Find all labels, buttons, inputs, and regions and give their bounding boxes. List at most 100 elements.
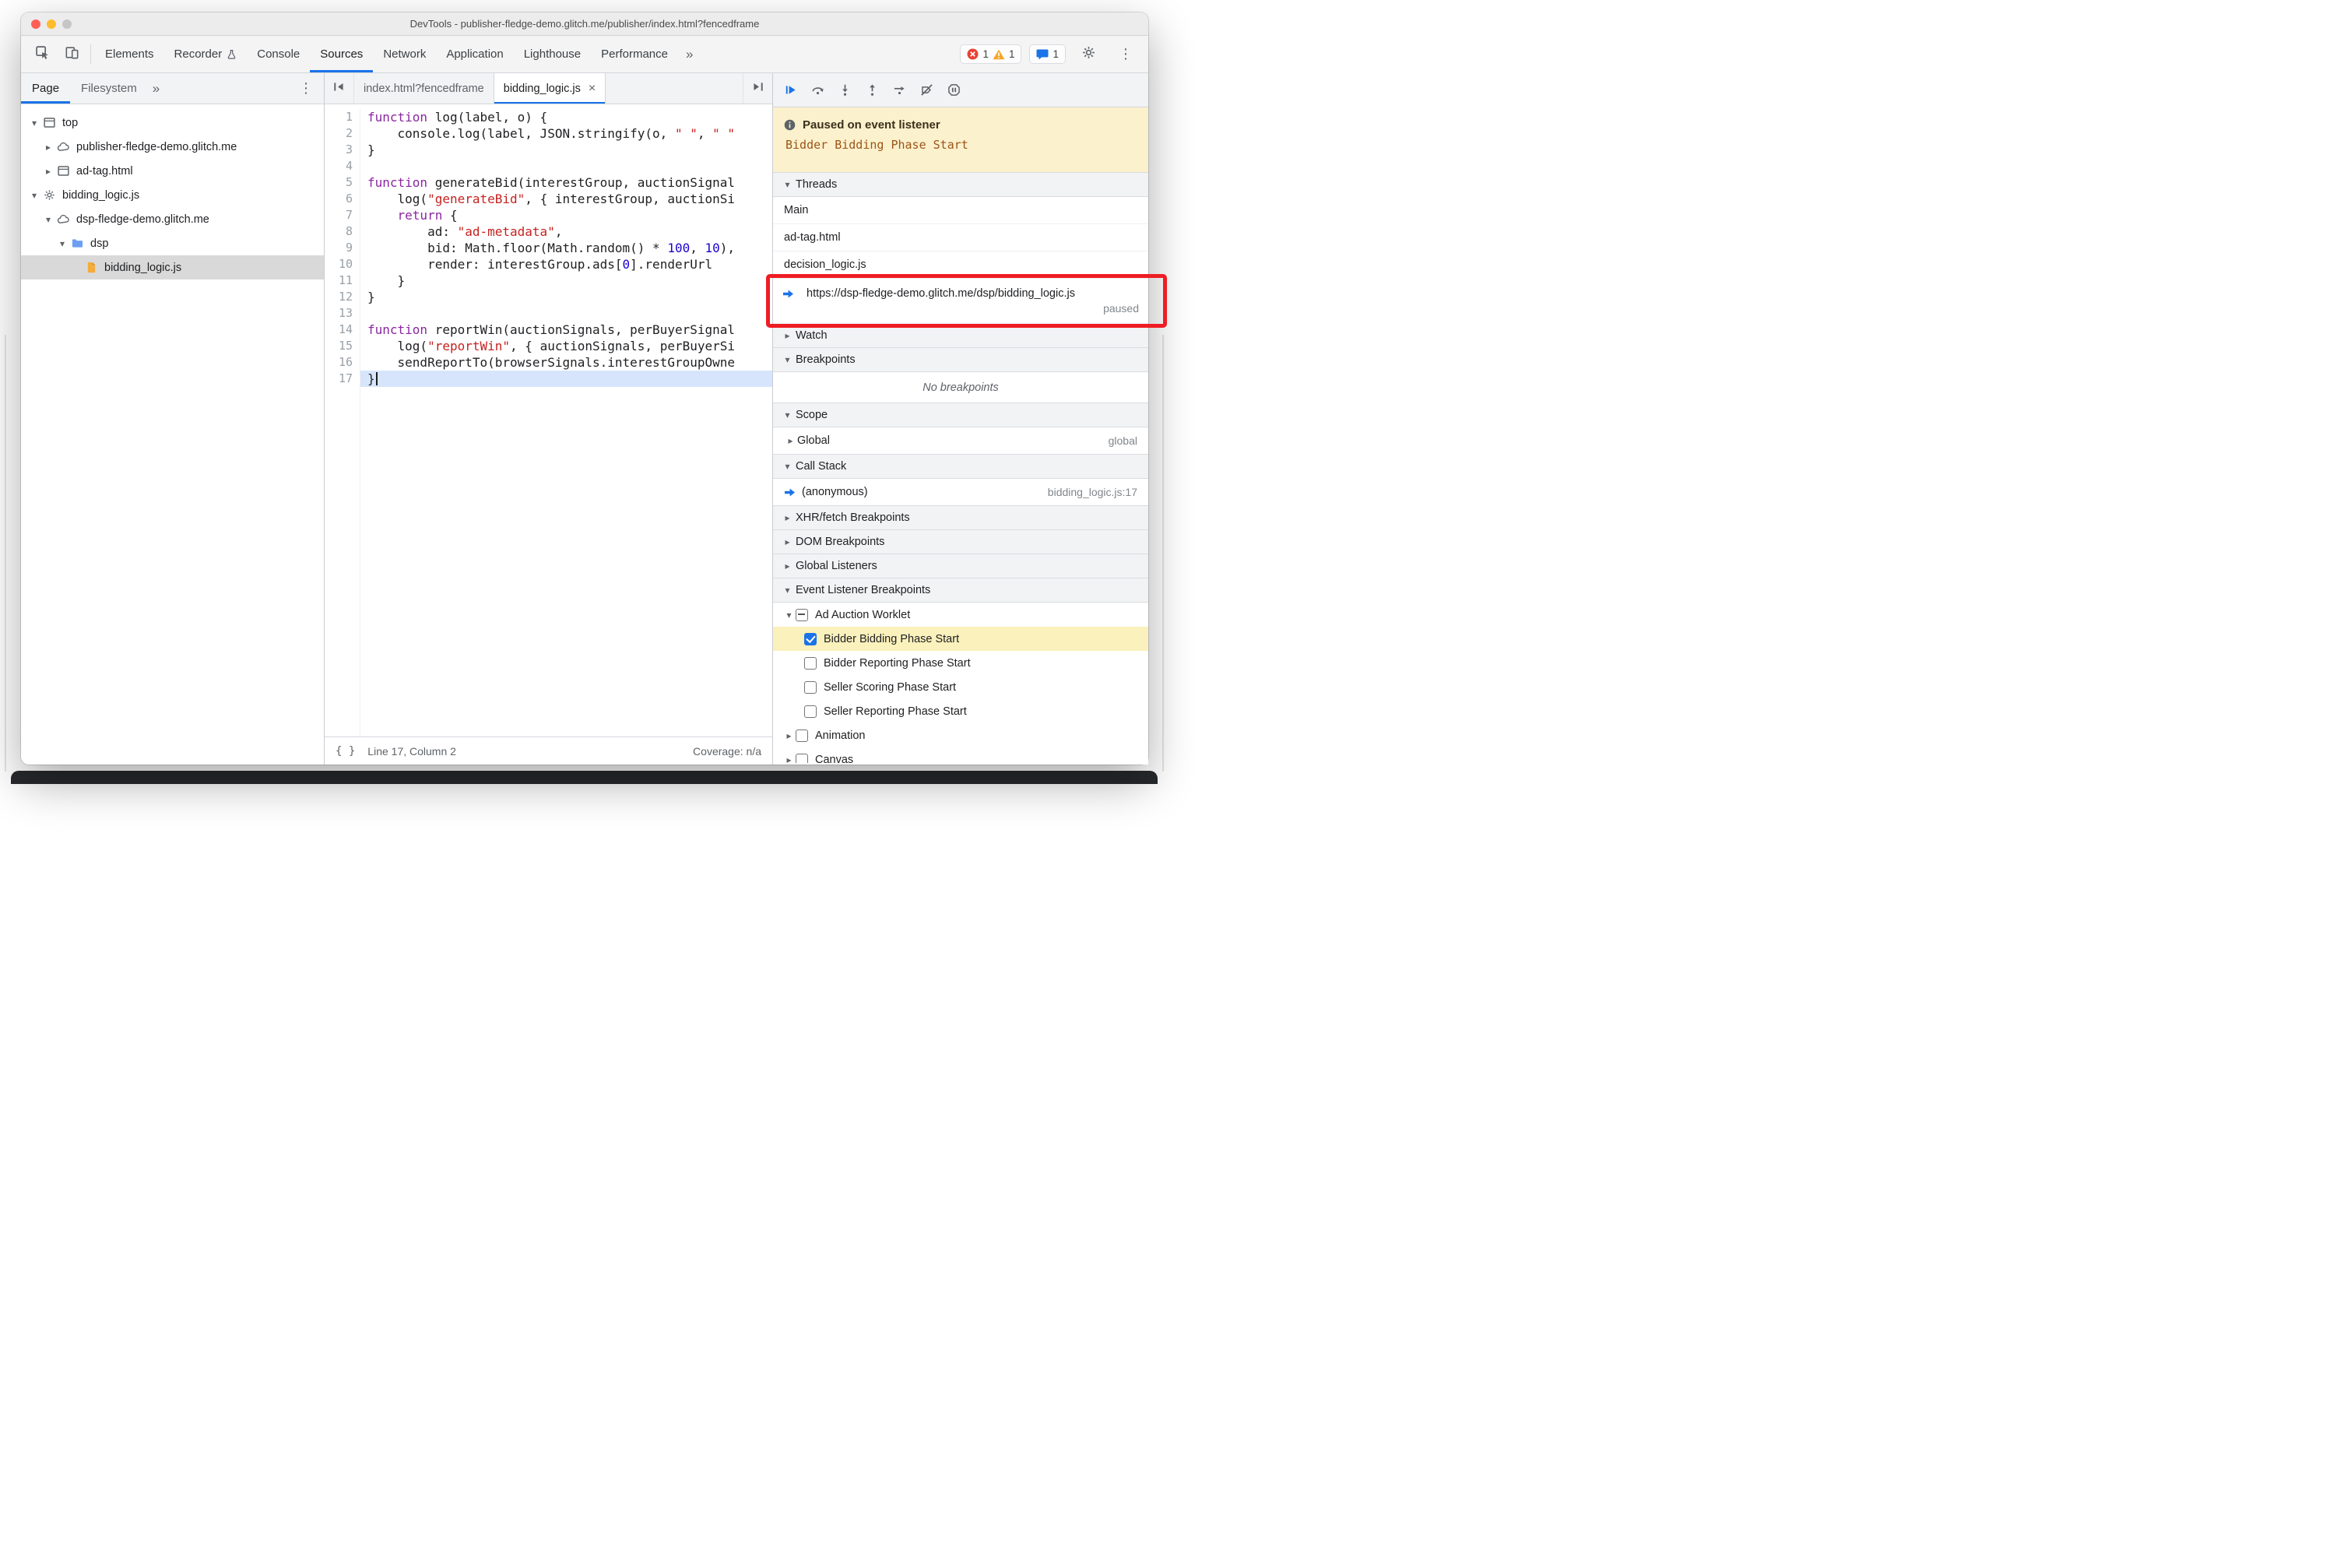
main-menu-button[interactable]: ⋮ (1111, 46, 1140, 62)
editor-tab-nav-left-button[interactable] (325, 73, 354, 104)
dom-breakpoints-section-header[interactable]: ▸ DOM Breakpoints (773, 530, 1148, 554)
inspect-element-button[interactable] (27, 36, 57, 72)
step-button[interactable] (893, 83, 906, 97)
minimize-window-button[interactable] (47, 19, 56, 29)
checkbox[interactable] (796, 753, 808, 763)
event-category[interactable]: ▾ Ad Auction Worklet (773, 603, 1148, 627)
code-editor[interactable]: 1 2 3 4 5 6 7 8 9 10 11 12 13 14 15 16 17 function log(l… (325, 104, 772, 737)
editor-tab-nav-right-button[interactable] (743, 73, 772, 104)
scope-item[interactable]: ▸ Global global (773, 427, 1148, 455)
tree-item[interactable]: ▾ dsp-fledge-demo.glitch.me (21, 207, 324, 231)
editor-tab[interactable]: index.html?fencedframe (354, 73, 494, 104)
chevron-right-icon[interactable]: ▸ (784, 435, 797, 446)
more-panels-button[interactable]: » (678, 47, 701, 62)
section-title: Event Listener Breakpoints (796, 584, 931, 596)
chevron-right-icon[interactable]: ▸ (782, 730, 796, 741)
chevron-down-icon[interactable]: ▾ (27, 118, 41, 128)
editor-tab[interactable]: bidding_logic.js × (494, 73, 606, 104)
debugger-panel: Paused on event listener Bidder Bidding … (766, 73, 1167, 765)
thread-url-line: https://dsp-fledge-demo.glitch.me/dsp/bi… (782, 287, 1139, 300)
tab-sources[interactable]: Sources (310, 36, 374, 72)
event-breakpoint[interactable]: Seller Scoring Phase Start (773, 675, 1148, 699)
settings-gear-button[interactable] (1074, 45, 1103, 64)
tab-recorder[interactable]: Recorder (164, 36, 248, 72)
tab-elements[interactable]: Elements (95, 36, 164, 72)
event-breakpoint[interactable]: Bidder Reporting Phase Start (773, 651, 1148, 675)
sidebar-more-tabs-button[interactable]: » (148, 81, 164, 97)
xhr-fetch-breakpoints-section-header[interactable]: ▸ XHR/fetch Breakpoints (773, 506, 1148, 530)
debugger-toolbar (773, 73, 1148, 107)
event-category[interactable]: ▸ Animation (773, 723, 1148, 747)
sidebar-tab-filesystem[interactable]: Filesystem (70, 73, 148, 104)
thread-item[interactable]: decision_logic.js (773, 251, 1148, 279)
errors-warnings-badge[interactable]: 1 1 (960, 44, 1022, 64)
tree-item[interactable]: ▾ dsp (21, 231, 324, 255)
sidebar-tab-page[interactable]: Page (21, 73, 71, 104)
thread-item[interactable]: Main (773, 197, 1148, 224)
breakpoints-section-header[interactable]: ▾ Breakpoints (773, 348, 1148, 372)
section-title: Watch (796, 329, 828, 342)
format-code-button[interactable]: { } (336, 745, 355, 758)
chevron-right-icon[interactable]: ▸ (41, 142, 55, 153)
tree-item[interactable]: ▾ bidding_logic.js (21, 183, 324, 207)
deactivate-breakpoints-button[interactable] (920, 83, 933, 97)
thread-item-paused[interactable]: https://dsp-fledge-demo.glitch.me/dsp/bi… (766, 274, 1167, 328)
paused-banner-title-row: Paused on event listener (784, 118, 1137, 132)
sidebar-tabs: Page Filesystem (21, 73, 148, 104)
threads-section-header[interactable]: ▾ Threads (773, 173, 1148, 197)
chevron-down-icon[interactable]: ▾ (27, 190, 41, 201)
zoom-window-button[interactable] (62, 19, 72, 29)
chevron-right-icon[interactable]: ▸ (782, 754, 796, 764)
chevron-down-icon[interactable]: ▾ (55, 238, 69, 249)
chevron-down-icon[interactable]: ▾ (782, 610, 796, 621)
event-breakpoint[interactable]: Bidder Bidding Phase Start (773, 627, 1148, 651)
tab-performance[interactable]: Performance (591, 36, 678, 72)
checkbox[interactable] (796, 608, 808, 621)
checkbox[interactable] (796, 729, 808, 742)
watch-section-header[interactable]: ▸ Watch (773, 324, 1148, 348)
global-listeners-section-header[interactable]: ▸ Global Listeners (773, 554, 1148, 578)
close-tab-icon[interactable]: × (589, 82, 596, 96)
event-category[interactable]: ▸ Canvas (773, 747, 1148, 763)
code-line: log("reportWin", { auctionSignals, perBu… (367, 339, 736, 353)
tree-item[interactable]: ▾ top (21, 111, 324, 135)
checkbox[interactable] (804, 656, 817, 670)
step-out-button[interactable] (866, 83, 879, 97)
tab-lighthouse[interactable]: Lighthouse (514, 36, 591, 72)
tree-item[interactable]: ▸ publisher-fledge-demo.glitch.me (21, 135, 324, 159)
step-into-button[interactable] (838, 83, 852, 97)
section-title: Threads (796, 178, 838, 191)
step-over-button[interactable] (811, 83, 824, 97)
issues-badge[interactable]: 1 (1029, 44, 1066, 64)
event-breakpoint[interactable]: Seller Reporting Phase Start (773, 699, 1148, 723)
titlebar[interactable]: DevTools - publisher-fledge-demo.glitch.… (21, 12, 1148, 36)
checkbox[interactable] (804, 705, 817, 718)
tab-network[interactable]: Network (373, 36, 436, 72)
event-listener-breakpoints-section-header[interactable]: ▾ Event Listener Breakpoints (773, 578, 1148, 603)
error-icon (967, 48, 979, 60)
tab-console[interactable]: Console (247, 36, 310, 72)
section-title: Global Listeners (796, 560, 877, 572)
checkbox[interactable] (804, 632, 817, 645)
tree-item[interactable]: bidding_logic.js (21, 255, 324, 279)
checkbox[interactable] (804, 680, 817, 694)
chevron-down-icon: ▾ (785, 585, 790, 596)
tab-application[interactable]: Application (436, 36, 513, 72)
close-window-button[interactable] (31, 19, 40, 29)
sidebar-menu-button[interactable]: ⋮ (288, 80, 324, 97)
chevron-right-icon[interactable]: ▸ (41, 166, 55, 177)
device-toolbar-button[interactable] (57, 36, 86, 72)
scope-section-header[interactable]: ▾ Scope (773, 403, 1148, 427)
error-count: 1 (982, 48, 989, 60)
resume-button[interactable] (784, 83, 797, 97)
call-stack-frame[interactable]: (anonymous) bidding_logic.js:17 (773, 479, 1148, 506)
tree-item[interactable]: ▸ ad-tag.html (21, 159, 324, 183)
chevron-down-icon[interactable]: ▾ (41, 214, 55, 225)
section-title: Call Stack (796, 460, 847, 473)
thread-item[interactable]: ad-tag.html (773, 224, 1148, 251)
pause-on-exceptions-button[interactable] (947, 83, 961, 97)
call-stack-section-header[interactable]: ▾ Call Stack (773, 455, 1148, 479)
event-category-label: Ad Auction Worklet (815, 608, 911, 621)
gear-icon (41, 188, 58, 202)
line-number: 9 (345, 241, 353, 255)
